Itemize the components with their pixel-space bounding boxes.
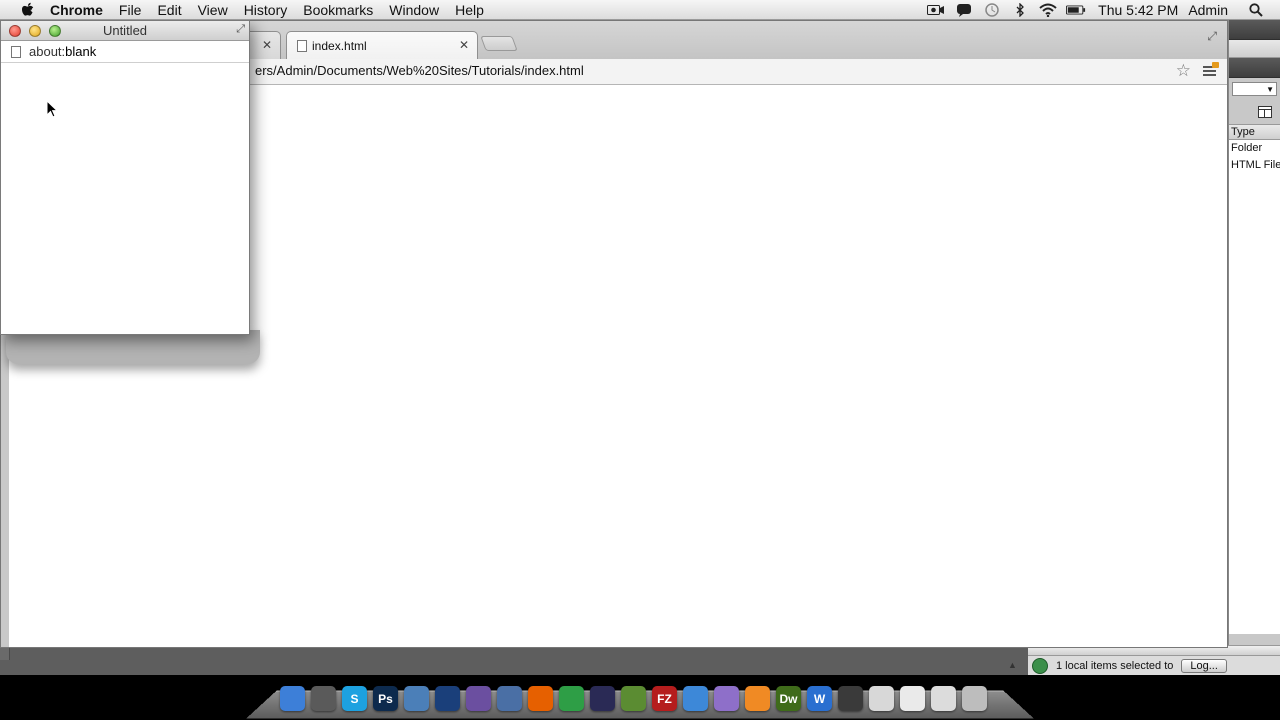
- feather-icon[interactable]: [466, 686, 491, 711]
- mail-icon[interactable]: [869, 686, 894, 711]
- popup-window-shadow: [6, 330, 260, 364]
- popup-title: Untitled: [102, 23, 148, 38]
- chrome-icon[interactable]: [559, 686, 584, 711]
- camera-icon[interactable]: [926, 3, 946, 17]
- new-tab-button[interactable]: [480, 36, 518, 51]
- finder-icon[interactable]: [280, 686, 305, 711]
- file-row[interactable]: HTML File: [1229, 157, 1280, 174]
- globe-icon: [1032, 658, 1048, 674]
- downloads-icon[interactable]: [931, 686, 956, 711]
- utilities-icon[interactable]: [311, 686, 336, 711]
- dreamweaver-icon[interactable]: Dw: [776, 686, 801, 711]
- popup-titlebar[interactable]: Untitled ⤢: [1, 21, 249, 41]
- spotlight-search-icon[interactable]: [1246, 3, 1266, 17]
- popup-address-bar[interactable]: about: blank: [1, 41, 249, 63]
- dock: S Ps FZ Dw W: [280, 683, 987, 711]
- xcode-icon[interactable]: [497, 686, 522, 711]
- imovie-icon[interactable]: [590, 686, 615, 711]
- collapse-triangle-icon[interactable]: ▲: [1008, 660, 1017, 670]
- photo-booth-icon[interactable]: [838, 686, 863, 711]
- dreamweaver-status-area: ▲ 1 local items selected to Log...: [1008, 645, 1280, 675]
- chat-icon[interactable]: [954, 3, 974, 17]
- itunes-icon[interactable]: [714, 686, 739, 711]
- page-icon: [11, 45, 21, 58]
- apple-menu-icon[interactable]: [18, 0, 38, 20]
- site-select[interactable]: ▼: [1232, 82, 1277, 96]
- menu-bar: Chrome File Edit View History Bookmarks …: [0, 0, 1280, 20]
- menu-history[interactable]: History: [236, 0, 296, 20]
- menu-clock[interactable]: Thu 5:42 PM: [1098, 2, 1178, 18]
- files-column-header-type[interactable]: Type: [1229, 124, 1280, 140]
- filezilla-icon[interactable]: FZ: [652, 686, 677, 711]
- preview-icon[interactable]: [404, 686, 429, 711]
- xampp-icon[interactable]: [745, 686, 770, 711]
- battery-icon[interactable]: [1066, 3, 1086, 17]
- dreamweaver-files-panel: ▼ Type Folder HTML File: [1228, 20, 1280, 660]
- page-icon: [297, 39, 307, 52]
- trash-icon[interactable]: [962, 686, 987, 711]
- firefox-icon[interactable]: [528, 686, 553, 711]
- wifi-icon[interactable]: [1038, 3, 1058, 17]
- fullscreen-icon[interactable]: ⤢: [236, 23, 245, 36]
- selection-status-text: 1 local items selected to: [1056, 660, 1174, 672]
- menu-file[interactable]: File: [111, 0, 150, 20]
- address-bar[interactable]: ers/Admin/Documents/Web%20Sites/Tutorial…: [241, 59, 1201, 83]
- menu-user[interactable]: Admin: [1188, 2, 1228, 18]
- panel-tabbar: [1229, 40, 1280, 58]
- word-icon[interactable]: W: [807, 686, 832, 711]
- log-button[interactable]: Log...: [1181, 659, 1227, 673]
- chrome-popup-window: Untitled ⤢ about: blank: [0, 20, 250, 335]
- file-row[interactable]: Folder: [1229, 140, 1280, 157]
- close-tab-icon[interactable]: ✕: [459, 38, 469, 52]
- quicktime-icon[interactable]: [435, 686, 460, 711]
- expand-panel-icon[interactable]: [1258, 106, 1272, 118]
- panel-toolbar: [1229, 100, 1280, 124]
- panel-header: [1229, 58, 1280, 78]
- menu-help[interactable]: Help: [447, 0, 492, 20]
- menu-view[interactable]: View: [190, 0, 236, 20]
- fullscreen-icon[interactable]: ⤢: [1207, 29, 1217, 44]
- menu-bookmarks[interactable]: Bookmarks: [295, 0, 381, 20]
- skype-icon[interactable]: S: [342, 686, 367, 711]
- files-list-empty: [1229, 174, 1280, 634]
- tab-index-html[interactable]: index.html ✕: [286, 31, 478, 59]
- close-tab-icon[interactable]: ✕: [262, 38, 272, 52]
- menu-edit[interactable]: Edit: [149, 0, 189, 20]
- bookmark-star-icon[interactable]: ☆: [1176, 62, 1191, 80]
- document-icon[interactable]: [900, 686, 925, 711]
- panel-header: [1229, 20, 1280, 40]
- address-host: blank: [65, 44, 97, 59]
- mouse-pointer-icon: [46, 100, 58, 118]
- chevron-down-icon: ▼: [1266, 85, 1274, 94]
- time-machine-icon[interactable]: [982, 3, 1002, 17]
- wrench-menu-icon[interactable]: [1201, 61, 1219, 79]
- photoshop-icon[interactable]: Ps: [373, 686, 398, 711]
- minecraft-icon[interactable]: [621, 686, 646, 711]
- app-store-icon[interactable]: [683, 686, 708, 711]
- address-scheme: about:: [29, 44, 66, 59]
- tab-label: index.html: [312, 38, 367, 53]
- menu-app-name[interactable]: Chrome: [38, 0, 111, 20]
- menu-window[interactable]: Window: [381, 0, 447, 20]
- bluetooth-icon[interactable]: [1010, 3, 1030, 17]
